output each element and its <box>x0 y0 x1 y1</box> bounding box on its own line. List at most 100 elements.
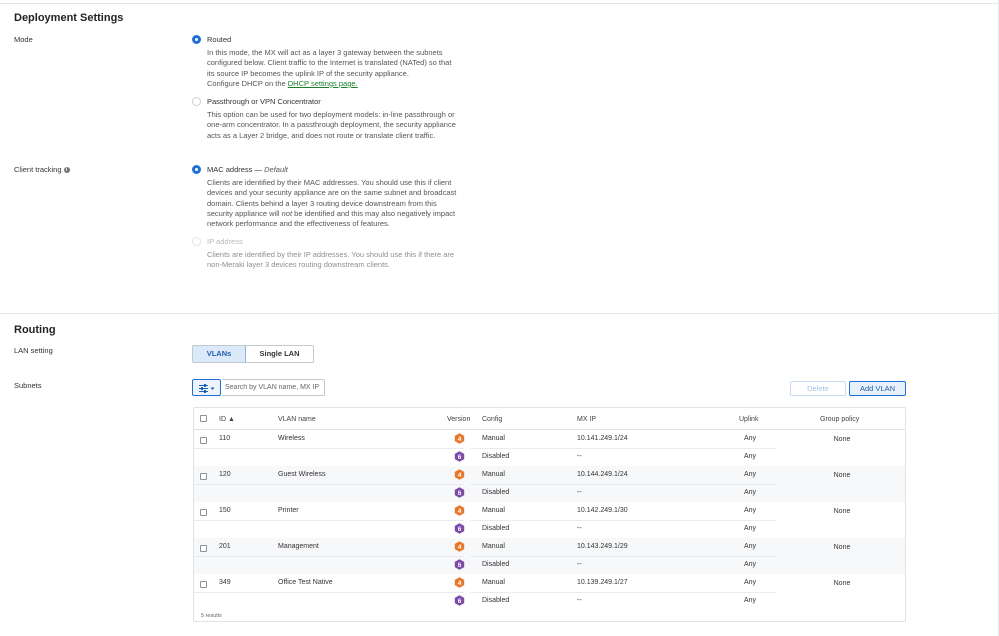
vlan-name: Management <box>278 543 319 550</box>
row-checkbox[interactable] <box>200 509 207 516</box>
routed-description: In this mode, the MX will act as a layer… <box>207 48 462 89</box>
passthrough-radio[interactable] <box>192 97 201 106</box>
search-input[interactable] <box>222 379 325 396</box>
mx-ip-value: 10.144.249.1/24 <box>577 471 628 478</box>
passthrough-description: This option can be used for two deployme… <box>207 110 462 141</box>
column-header-uplink[interactable]: Uplink <box>739 416 758 423</box>
uplink-value: Any <box>743 489 757 496</box>
mac-address-label[interactable]: MAC address — Default <box>207 165 288 174</box>
svg-text:4: 4 <box>458 544 462 551</box>
routed-desc-line: Configure DHCP on the DHCP settings page… <box>207 79 462 89</box>
add-vlan-button[interactable]: Add VLAN <box>849 381 906 396</box>
info-icon[interactable]: i <box>63 167 70 173</box>
svg-text:4: 4 <box>458 436 462 443</box>
column-header-id[interactable]: ID ▲ <box>219 416 235 423</box>
mx-ip-value: -- <box>577 597 582 604</box>
mx-ip-value: -- <box>577 525 582 532</box>
mac-desc-part: security appliance will <box>207 208 280 218</box>
column-header-vlan-name[interactable]: VLAN name <box>278 416 316 423</box>
single-lan-option[interactable]: Single LAN <box>246 346 313 362</box>
vlan-id: 120 <box>219 471 231 478</box>
uplink-value: Any <box>743 525 757 532</box>
uplink-value: Any <box>743 579 757 586</box>
mode-label: Mode <box>14 35 33 44</box>
mac-desc-line: security appliance will not be identifie… <box>207 209 462 219</box>
mx-ip-value: 10.143.249.1/29 <box>577 543 628 550</box>
default-tag: Default <box>264 165 288 174</box>
vlan-id: 201 <box>219 543 231 550</box>
group-policy-value: None <box>833 436 851 443</box>
row-checkbox[interactable] <box>200 545 207 552</box>
svg-text:4: 4 <box>458 580 462 587</box>
uplink-value: Any <box>743 453 757 460</box>
uplink-value: Any <box>743 435 757 442</box>
config-value: Manual <box>482 471 505 478</box>
passthrough-desc-line: acts as a Layer 2 bridge, and does not r… <box>207 130 436 140</box>
svg-text:4: 4 <box>458 508 462 515</box>
mac-desc-line: domain. Clients behind a layer 3 routing… <box>207 198 437 208</box>
ipv6-badge-icon: 6 <box>454 559 465 570</box>
ipv6-badge-icon: 6 <box>454 451 465 462</box>
row-subdivider <box>194 520 464 521</box>
ipv4-badge-icon: 4 <box>454 505 465 516</box>
passthrough-desc-line: This option can be used for two deployme… <box>207 110 455 119</box>
svg-text:6: 6 <box>458 526 462 533</box>
ipv4-badge-icon: 4 <box>454 433 465 444</box>
delete-button[interactable]: Delete <box>790 381 846 396</box>
svg-text:4: 4 <box>458 472 462 479</box>
header-divider <box>194 429 905 430</box>
group-policy-value: None <box>833 580 851 587</box>
ip-address-radio[interactable] <box>192 237 201 246</box>
vlan-id: 150 <box>219 507 231 514</box>
row-checkbox[interactable] <box>200 581 207 588</box>
config-value: Manual <box>482 507 505 514</box>
passthrough-label[interactable]: Passthrough or VPN Concentrator <box>207 97 321 106</box>
deployment-settings-title: Deployment Settings <box>14 12 124 24</box>
svg-text:6: 6 <box>458 490 462 497</box>
mx-ip-value: -- <box>577 453 582 460</box>
routed-desc-line: In this mode, the MX will act as a layer… <box>207 48 443 57</box>
uplink-value: Any <box>743 507 757 514</box>
ip-desc-line: Clients are identified by their IP addre… <box>207 250 455 259</box>
client-tracking-label: Client tracking i <box>14 165 70 174</box>
uplink-value: Any <box>743 543 757 550</box>
column-header-mx-ip[interactable]: MX IP <box>577 416 596 423</box>
routed-desc-line: configured below. Client traffic to the … <box>207 58 452 68</box>
section-divider <box>0 313 999 314</box>
dhcp-settings-link[interactable]: DHCP settings page. <box>288 79 358 88</box>
ipv4-badge-icon: 4 <box>454 541 465 552</box>
filter-sliders-icon <box>199 384 215 393</box>
column-header-version[interactable]: Version <box>447 416 470 423</box>
row-checkbox[interactable] <box>200 473 207 480</box>
row-subdivider <box>194 484 464 485</box>
ip-address-label[interactable]: IP address <box>207 237 243 246</box>
mac-address-radio[interactable] <box>192 165 201 174</box>
row-subdivider <box>194 592 464 593</box>
mac-address-text: MAC address — <box>207 165 263 174</box>
uplink-value: Any <box>743 597 757 604</box>
config-value: Manual <box>482 435 505 442</box>
ip-description: Clients are identified by their IP addre… <box>207 250 462 271</box>
select-all-checkbox[interactable] <box>200 415 207 422</box>
column-header-group-policy[interactable]: Group policy <box>820 416 859 423</box>
results-count: 5 results <box>201 613 222 619</box>
passthrough-desc-line: one-arm concentrator. In a passthrough d… <box>207 120 456 130</box>
lan-setting-toggle: VLANs Single LAN <box>192 345 314 363</box>
config-value: Disabled <box>482 525 510 532</box>
routed-radio[interactable] <box>192 35 201 44</box>
row-subdivider <box>470 484 777 485</box>
config-value: Disabled <box>482 453 510 460</box>
ipv6-badge-icon: 6 <box>454 595 465 606</box>
mac-description: Clients are identified by their MAC addr… <box>207 178 462 229</box>
mac-desc-emphasis: not <box>281 208 293 218</box>
filter-button[interactable] <box>192 379 221 396</box>
row-checkbox[interactable] <box>200 437 207 444</box>
column-header-config[interactable]: Config <box>482 416 502 423</box>
routed-label[interactable]: Routed <box>207 35 231 44</box>
vlans-option[interactable]: VLANs <box>193 346 246 362</box>
config-value: Disabled <box>482 489 510 496</box>
vlan-name: Guest Wireless <box>278 471 326 478</box>
routing-title: Routing <box>14 324 56 336</box>
row-subdivider <box>470 448 777 449</box>
row-subdivider <box>470 592 777 593</box>
